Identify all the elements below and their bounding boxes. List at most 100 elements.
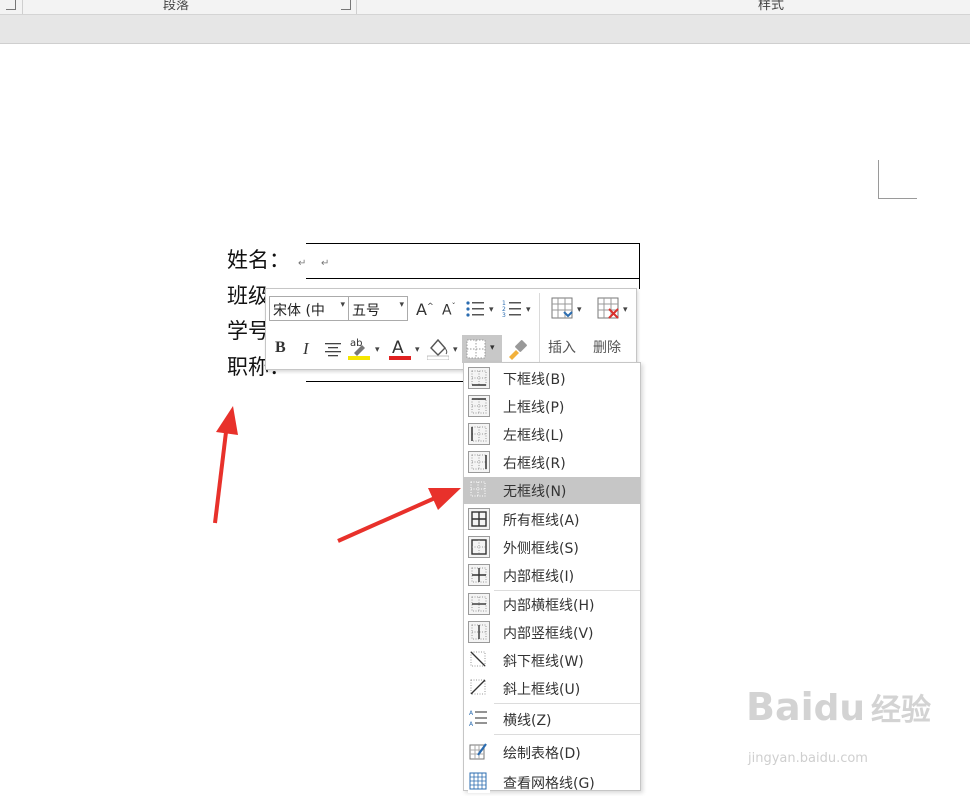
center-align-icon[interactable] [324,341,342,361]
menu-item-bottom-border[interactable]: 下框线(B) [464,365,640,392]
chevron-down-icon[interactable]: ▾ [375,345,380,355]
paragraph-mark-icon: ↵ [321,258,330,269]
menu-item-label: 内部横框线(H) [503,598,595,614]
menu-item-view-gridlines[interactable]: 查看网格线(G) [464,769,640,796]
font-name-value: 宋体 (中 [273,303,325,319]
chevron-down-icon[interactable]: ▾ [415,345,420,355]
menu-item-outside-borders[interactable]: 外侧框线(S) [464,534,640,561]
grow-font-icon[interactable]: A^ [416,300,434,319]
borders-button[interactable]: ▾ [462,335,502,363]
menu-item-diagonal-up-border[interactable]: 斜上框线(U) [464,675,640,702]
table-border-right [639,243,640,289]
styles-group-label: 样式 [758,0,785,13]
delete-label[interactable]: 删除 [593,337,621,357]
inside-horizontal-border-icon [468,593,490,615]
font-size-value: 五号 [352,303,380,319]
menu-item-draw-table[interactable]: 绘制表格(D) [464,739,640,766]
menu-item-horizontal-line[interactable]: AA 横线(Z) [464,706,640,733]
baidu-watermark: Baidu 经验 jingyan.baidu.com [746,685,966,785]
menu-item-right-border[interactable]: 右框线(R) [464,449,640,476]
chevron-down-icon[interactable]: ▾ [489,305,494,315]
table-border-row [306,278,640,279]
inside-vertical-border-icon [468,621,490,643]
arrow-right-icon [337,488,461,543]
menu-item-label: 上框线(P) [503,400,565,416]
menu-separator [494,703,640,704]
bottom-border-icon [468,367,490,389]
menu-item-no-border[interactable]: 无框线(N) [464,477,640,504]
menu-item-left-border[interactable]: 左框线(L) [464,421,640,448]
ruler-strip [0,15,970,44]
svg-text:A: A [469,721,474,728]
menu-item-label: 查看网格线(G) [503,776,595,792]
menu-item-inside-vertical-border[interactable]: 内部竖框线(V) [464,619,640,646]
doc-line-name[interactable]: 姓名： [227,248,290,272]
menu-item-label: 右框线(R) [503,456,566,472]
watermark-brand: Baidu 经验 [746,685,932,729]
italic-button[interactable]: I [303,339,309,359]
font-size-combo[interactable]: 五号 ▾ [348,296,408,321]
table-border-top [306,243,640,244]
numbering-icon[interactable]: 123 [502,299,522,323]
highlight-color-icon[interactable]: ab [348,336,370,364]
menu-item-label: 斜上框线(U) [503,682,581,698]
ribbon-group-labels: 段落 样式 [0,0,970,15]
paragraph-mark-icon: ↵ [298,258,307,269]
paragraph-group-launcher-icon[interactable] [341,0,351,10]
top-border-icon [468,395,490,417]
insert-table-icon[interactable] [551,297,573,323]
menu-item-label: 所有框线(A) [503,513,580,529]
delete-table-icon[interactable] [597,297,619,323]
chevron-down-icon: ▾ [399,300,404,310]
font-color-icon[interactable]: A [389,336,411,364]
toolbar-divider [539,293,540,365]
menu-item-label: 内部竖框线(V) [503,626,594,642]
paragraph-group-label: 段落 [163,0,190,13]
shrink-font-icon[interactable]: Aˇ [442,302,456,319]
chevron-down-icon[interactable]: ▾ [623,305,628,315]
outside-borders-icon [468,536,490,558]
menu-item-label: 斜下框线(W) [503,654,584,670]
shading-icon[interactable] [426,336,450,364]
doc-line-student-id[interactable]: 学号 [227,319,269,343]
watermark-url: jingyan.baidu.com [748,751,868,766]
svg-text:3: 3 [502,312,506,319]
bullets-icon[interactable] [465,299,485,323]
menu-item-inside-borders[interactable]: 内部框线(I) [464,562,640,589]
horizontal-line-icon: AA [468,708,490,730]
mini-toolbar: 宋体 (中 ▾ 五号 ▾ A^ Aˇ ▾ 123 ▾ ▾ ▾ B I ab ▾ … [265,288,637,370]
chevron-down-icon: ▾ [490,343,495,353]
margin-corner-mark [878,160,917,199]
no-border-icon [468,479,490,501]
insert-label[interactable]: 插入 [548,337,576,357]
chevron-down-icon[interactable]: ▾ [453,345,458,355]
left-border-icon [468,423,490,445]
menu-item-diagonal-down-border[interactable]: 斜下框线(W) [464,647,640,674]
ribbon-divider [356,0,357,14]
menu-item-all-borders[interactable]: 所有框线(A) [464,506,640,533]
menu-item-inside-horizontal-border[interactable]: 内部横框线(H) [464,591,640,618]
font-group-launcher-icon[interactable] [6,0,16,10]
svg-text:A: A [392,338,404,358]
chevron-down-icon[interactable]: ▾ [577,305,582,315]
draw-table-icon [468,741,490,763]
chevron-down-icon[interactable]: ▾ [526,305,531,315]
menu-item-label: 绘制表格(D) [503,746,581,762]
font-name-combo[interactable]: 宋体 (中 ▾ [269,296,349,321]
menu-item-top-border[interactable]: 上框线(P) [464,393,640,420]
all-borders-icon [468,508,490,530]
menu-item-label: 外侧框线(S) [503,541,579,557]
view-gridlines-icon [468,771,490,793]
diagonal-up-border-icon [468,677,490,699]
format-painter-icon[interactable] [506,338,528,364]
arrow-up-icon [213,406,238,524]
doc-line-class[interactable]: 班级 [227,284,269,308]
menu-item-label: 内部框线(I) [503,569,575,585]
ribbon-divider [22,0,23,14]
chevron-down-icon: ▾ [340,300,345,310]
diagonal-down-border-icon [468,649,490,671]
menu-item-label: 左框线(L) [503,428,564,444]
menu-item-label: 无框线(N) [503,484,567,500]
menu-separator [494,734,640,735]
bold-button[interactable]: B [275,339,286,357]
